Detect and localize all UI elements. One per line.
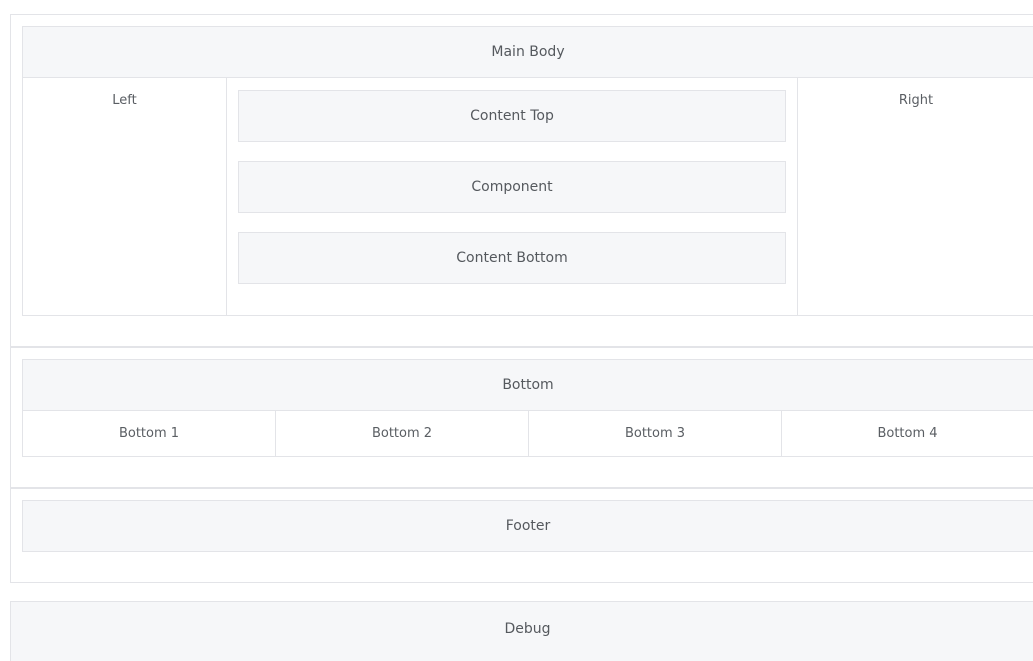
bottom-column-3: Bottom 3: [529, 411, 782, 456]
bottom-columns-row: Bottom 1 Bottom 2 Bottom 3 Bottom 4: [22, 411, 1033, 457]
right-divider: [797, 78, 798, 315]
bottom-column-4: Bottom 4: [877, 426, 938, 441]
main-body-header: Main Body: [22, 26, 1033, 78]
component-box: Component: [238, 161, 786, 213]
footer-bar: Footer: [22, 500, 1033, 552]
left-column-label: Left: [112, 93, 137, 108]
debug-label: Debug: [504, 621, 551, 637]
bottom-column-2: Bottom 2: [276, 411, 529, 456]
content-top-box: Content Top: [238, 90, 786, 142]
left-divider: [226, 78, 227, 315]
bottom-header: Bottom: [22, 359, 1033, 411]
right-column-label: Right: [898, 93, 934, 108]
bottom-column-1: Bottom 1: [23, 411, 276, 456]
content-bottom-box: Content Bottom: [238, 232, 786, 284]
main-body-columns: Left Right Content Top Component Content…: [22, 78, 1033, 316]
